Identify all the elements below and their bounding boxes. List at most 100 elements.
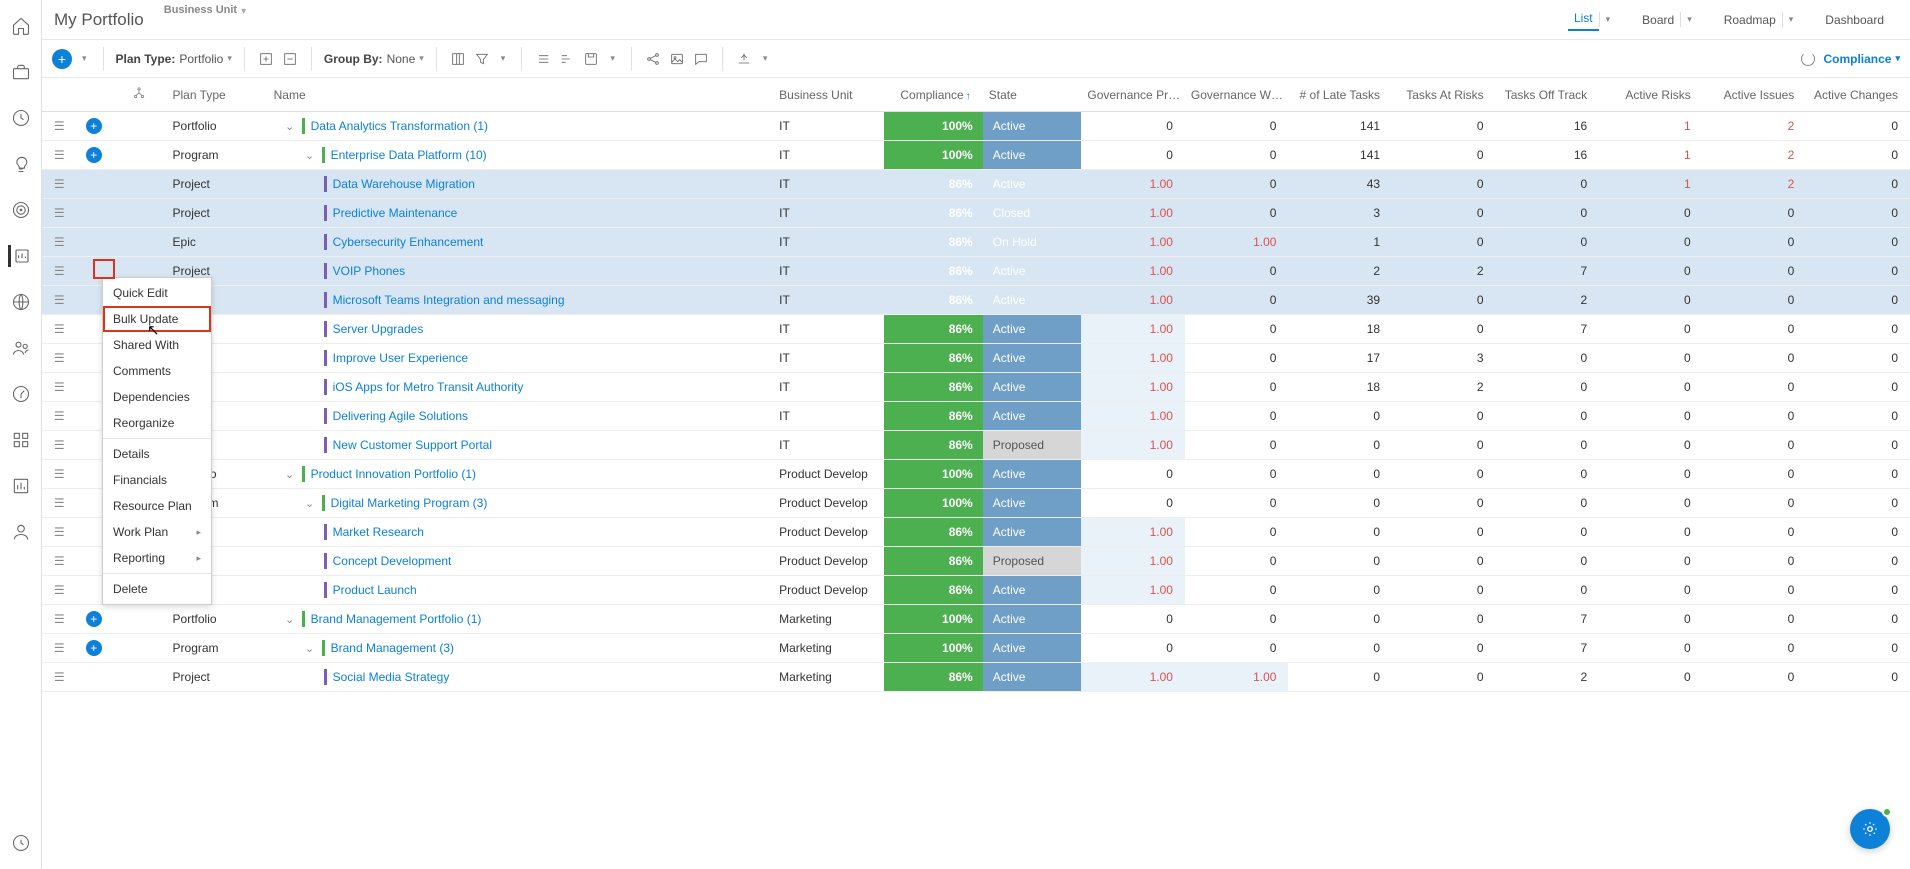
row-menu-icon[interactable]: ☰ bbox=[42, 605, 77, 634]
table-row[interactable]: ☰ Program ⌄Digital Marketing Program (3)… bbox=[42, 489, 1910, 518]
refresh-icon[interactable] bbox=[1799, 50, 1817, 68]
tab-roadmap[interactable]: Roadmap▾ bbox=[1710, 7, 1808, 33]
table-row[interactable]: ☰ Epic Concept Development Product Devel… bbox=[42, 547, 1910, 576]
menu-reorganize[interactable]: Reorganize bbox=[103, 410, 211, 436]
item-name-link[interactable]: Market Research bbox=[333, 525, 424, 539]
history-icon[interactable] bbox=[10, 832, 32, 854]
col-active-changes[interactable]: Active Changes bbox=[1806, 78, 1910, 112]
table-row[interactable]: ☰ Project Improve User Experience IT 86%… bbox=[42, 344, 1910, 373]
chevron-down-icon[interactable]: ⌄ bbox=[304, 497, 316, 510]
add-child-button[interactable]: + bbox=[86, 611, 102, 627]
table-row[interactable]: ☰ Project Microsoft Teams Integration an… bbox=[42, 286, 1910, 315]
globe-icon[interactable] bbox=[10, 291, 32, 313]
table-row[interactable]: ☰ Project Data Warehouse Migration IT 86… bbox=[42, 170, 1910, 199]
row-menu-icon[interactable]: ☰ bbox=[42, 518, 77, 547]
user-icon[interactable] bbox=[10, 521, 32, 543]
item-name-link[interactable]: Improve User Experience bbox=[333, 351, 468, 365]
chevron-down-icon[interactable]: ⌄ bbox=[304, 642, 316, 655]
menu-dependencies[interactable]: Dependencies bbox=[103, 384, 211, 410]
row-menu-icon[interactable]: ☰ bbox=[42, 257, 77, 286]
table-row[interactable]: ☰ + Program ⌄Enterprise Data Platform (1… bbox=[42, 141, 1910, 170]
menu-delete[interactable]: Delete bbox=[103, 576, 211, 602]
list-icon[interactable] bbox=[534, 50, 552, 68]
menu-reporting[interactable]: Reporting▸ bbox=[103, 545, 211, 571]
table-row[interactable]: ☰ Project Predictive Maintenance IT 86% … bbox=[42, 199, 1910, 228]
item-name-link[interactable]: Delivering Agile Solutions bbox=[333, 409, 468, 423]
item-name-link[interactable]: Microsoft Teams Integration and messagin… bbox=[333, 293, 565, 307]
tab-board[interactable]: Board▾ bbox=[1628, 7, 1706, 33]
item-name-link[interactable]: Product Innovation Portfolio (1) bbox=[311, 467, 476, 481]
item-name-link[interactable]: Enterprise Data Platform (10) bbox=[331, 148, 487, 162]
row-menu-icon[interactable]: ☰ bbox=[42, 344, 77, 373]
chevron-down-icon[interactable]: ⌄ bbox=[284, 120, 296, 133]
col-active-risks[interactable]: Active Risks bbox=[1599, 78, 1703, 112]
row-menu-icon[interactable]: ☰ bbox=[42, 489, 77, 518]
table-row[interactable]: ☰ + Program ⌄Brand Management (3) Market… bbox=[42, 634, 1910, 663]
chevron-down-icon[interactable]: ▾ bbox=[241, 6, 246, 17]
columns-icon[interactable] bbox=[449, 50, 467, 68]
compliance-link[interactable]: Compliance▾ bbox=[1823, 52, 1900, 66]
chevron-down-icon[interactable]: ▾ bbox=[759, 53, 772, 64]
row-menu-icon[interactable]: ☰ bbox=[42, 170, 77, 199]
menu-work-plan[interactable]: Work Plan▸ bbox=[103, 519, 211, 545]
row-menu-icon[interactable]: ☰ bbox=[42, 547, 77, 576]
col-business-unit[interactable]: Business Unit bbox=[773, 78, 884, 112]
item-name-link[interactable]: Cybersecurity Enhancement bbox=[333, 235, 484, 249]
expand-all-icon[interactable] bbox=[257, 50, 275, 68]
save-view-icon[interactable] bbox=[582, 50, 600, 68]
row-menu-icon[interactable]: ☰ bbox=[42, 576, 77, 605]
menu-comments[interactable]: Comments bbox=[103, 358, 211, 384]
menu-quick-edit[interactable]: Quick Edit bbox=[103, 280, 211, 306]
row-menu-icon[interactable]: ☰ bbox=[42, 634, 77, 663]
table-row[interactable]: ☰ Project iOS Apps for Metro Transit Aut… bbox=[42, 373, 1910, 402]
col-tasks-off-track[interactable]: Tasks Off Track bbox=[1496, 78, 1600, 112]
col-gov-w[interactable]: Governance W… bbox=[1185, 78, 1289, 112]
chart-icon[interactable] bbox=[8, 245, 30, 267]
chat-fab[interactable] bbox=[1850, 809, 1890, 849]
col-name[interactable]: Name bbox=[268, 78, 774, 112]
report-icon[interactable] bbox=[10, 475, 32, 497]
item-name-link[interactable]: Predictive Maintenance bbox=[333, 206, 458, 220]
row-menu-icon[interactable]: ☰ bbox=[42, 112, 77, 141]
col-hierarchy[interactable] bbox=[111, 78, 166, 112]
menu-shared-with[interactable]: Shared With bbox=[103, 332, 211, 358]
row-menu-icon[interactable]: ☰ bbox=[42, 315, 77, 344]
item-name-link[interactable]: Brand Management Portfolio (1) bbox=[311, 612, 482, 626]
table-row[interactable]: ☰ Epic Product Launch Product Develop 86… bbox=[42, 576, 1910, 605]
item-name-link[interactable]: iOS Apps for Metro Transit Authority bbox=[333, 380, 524, 394]
plan-type-filter[interactable]: Plan Type: Portfolio ▾ bbox=[116, 52, 232, 66]
people-icon[interactable] bbox=[10, 337, 32, 359]
org-icon[interactable] bbox=[10, 429, 32, 451]
table-row[interactable]: ☰ + Portfolio ⌄Brand Management Portfoli… bbox=[42, 605, 1910, 634]
menu-financials[interactable]: Financials bbox=[103, 467, 211, 493]
item-name-link[interactable]: Brand Management (3) bbox=[331, 641, 454, 655]
item-name-link[interactable]: Data Warehouse Migration bbox=[333, 177, 475, 191]
row-menu-icon[interactable]: ☰ bbox=[42, 431, 77, 460]
tab-dashboard[interactable]: Dashboard bbox=[1811, 7, 1898, 33]
add-button[interactable]: + bbox=[52, 49, 72, 69]
col-gov-pr[interactable]: Governance Pr… bbox=[1081, 78, 1185, 112]
menu-resource-plan[interactable]: Resource Plan bbox=[103, 493, 211, 519]
row-menu-icon[interactable]: ☰ bbox=[42, 228, 77, 257]
chevron-down-icon[interactable]: ⌄ bbox=[284, 613, 296, 626]
gantt-icon[interactable] bbox=[558, 50, 576, 68]
chevron-down-icon[interactable]: ▾ bbox=[497, 53, 510, 64]
table-row[interactable]: ☰ Project Social Media Strategy Marketin… bbox=[42, 663, 1910, 692]
row-menu-icon[interactable]: ☰ bbox=[42, 663, 77, 692]
item-name-link[interactable]: Concept Development bbox=[333, 554, 452, 568]
table-row[interactable]: ☰ Epic Delivering Agile Solutions IT 86%… bbox=[42, 402, 1910, 431]
image-icon[interactable] bbox=[668, 50, 686, 68]
business-unit-label[interactable]: Business Unit bbox=[164, 4, 237, 16]
item-name-link[interactable]: Server Upgrades bbox=[333, 322, 424, 336]
collapse-all-icon[interactable] bbox=[281, 50, 299, 68]
col-compliance[interactable]: Compliance↑ bbox=[884, 78, 983, 112]
row-menu-icon[interactable]: ☰ bbox=[42, 402, 77, 431]
table-row[interactable]: ☰ Epic Cybersecurity Enhancement IT 86% … bbox=[42, 228, 1910, 257]
item-name-link[interactable]: Social Media Strategy bbox=[333, 670, 450, 684]
chevron-down-icon[interactable]: ⌄ bbox=[284, 468, 296, 481]
row-menu-icon[interactable]: ☰ bbox=[42, 199, 77, 228]
add-child-button[interactable]: + bbox=[86, 147, 102, 163]
menu-bulk-update[interactable]: Bulk Update bbox=[103, 306, 211, 332]
gauge-icon[interactable] bbox=[10, 383, 32, 405]
chevron-down-icon[interactable]: ▾ bbox=[78, 53, 91, 64]
